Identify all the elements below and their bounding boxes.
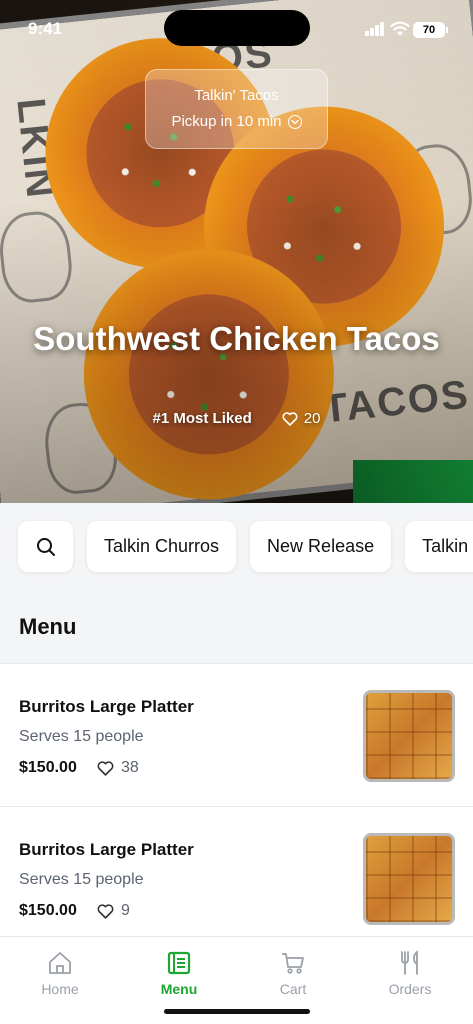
status-time: 9:41	[28, 19, 63, 38]
item-serves: Serves 15 people	[19, 728, 144, 745]
cart-icon	[282, 953, 304, 974]
chip-talkin-churros[interactable]: Talkin Churros	[87, 521, 237, 572]
hero-banner[interactable]: COS LKIN TACOS Talkin' Tacos Pickup in 1…	[0, 0, 473, 503]
menu-heading: Menu	[19, 614, 77, 639]
item-price: $150.00	[19, 902, 77, 919]
pickup-time[interactable]: Pickup in 10 min	[146, 113, 327, 130]
tab-home[interactable]: Home	[1, 949, 119, 997]
category-chips: Talkin Churros New Release Talkin	[18, 521, 473, 572]
heart-icon	[282, 411, 298, 426]
wifi-icon	[390, 21, 410, 36]
tab-label: Orders	[388, 981, 432, 997]
tab-label: Cart	[279, 981, 307, 997]
chip-talkin[interactable]: Talkin	[405, 521, 473, 572]
chevron-down-icon	[287, 114, 302, 129]
tab-menu[interactable]: Menu	[120, 949, 238, 997]
item-name: Burritos Large Platter	[19, 840, 194, 859]
item-likes: 9	[97, 902, 130, 920]
pickup-label: Pickup in 10 min	[171, 113, 282, 130]
battery-icon: 70	[413, 22, 448, 38]
chip-new-release[interactable]: New Release	[250, 521, 392, 572]
featured-badge: #1 Most Liked	[152, 410, 252, 427]
heart-icon[interactable]	[97, 903, 114, 919]
store-selector[interactable]: Talkin' Tacos Pickup in 10 min	[145, 69, 328, 149]
tab-label: Menu	[160, 981, 198, 997]
featured-meta: #1 Most Liked 20	[0, 410, 473, 427]
dynamic-island	[164, 10, 310, 46]
home-icon	[49, 952, 71, 974]
item-likes-count: 9	[121, 902, 130, 919]
item-image	[363, 690, 455, 782]
heart-icon[interactable]	[97, 760, 114, 776]
menu-list: Burritos Large Platter Serves 15 people …	[0, 663, 473, 949]
status-bar: 9:41 70	[0, 0, 473, 56]
item-serves: Serves 15 people	[19, 871, 144, 888]
featured-likes-count: 20	[303, 410, 321, 427]
featured-title: Southwest Chicken Tacos	[33, 320, 440, 357]
menu-icon	[167, 951, 191, 975]
item-name: Burritos Large Platter	[19, 697, 194, 716]
search-button[interactable]	[18, 521, 73, 572]
home-indicator	[164, 1009, 310, 1014]
list-item[interactable]: Burritos Large Platter Serves 15 people …	[0, 663, 473, 806]
fork-knife-icon	[401, 950, 418, 975]
store-name: Talkin' Tacos	[194, 87, 279, 104]
item-price: $150.00	[19, 759, 77, 776]
item-image	[363, 833, 455, 925]
item-likes: 38	[97, 759, 139, 777]
tab-orders[interactable]: Orders	[351, 949, 469, 997]
tab-cart[interactable]: Cart	[234, 949, 352, 997]
tab-label: Home	[41, 981, 79, 997]
signal-icon	[365, 22, 385, 36]
featured-likes: 20	[282, 410, 321, 427]
search-icon	[36, 537, 55, 556]
item-likes-count: 38	[121, 759, 139, 776]
list-item[interactable]: Burritos Large Platter Serves 15 people …	[0, 806, 473, 949]
